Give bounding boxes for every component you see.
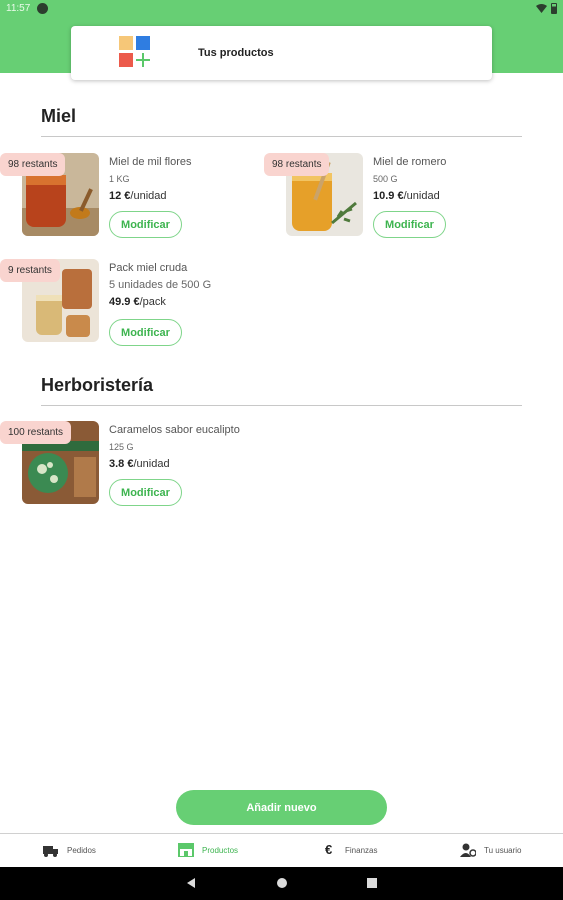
product-size: 500 G bbox=[373, 174, 398, 184]
modify-button[interactable]: Modificar bbox=[109, 211, 182, 238]
page-title: Tus productos bbox=[198, 47, 274, 59]
modify-button[interactable]: Modificar bbox=[109, 319, 182, 346]
stock-badge: 98 restants bbox=[264, 153, 330, 176]
product-name: Miel de mil flores bbox=[109, 156, 192, 168]
price-unit: /unidad bbox=[403, 190, 440, 202]
nav-label: Pedidos bbox=[67, 845, 96, 855]
price-unit: /pack bbox=[139, 296, 166, 308]
status-bar: 11:57 bbox=[0, 0, 563, 18]
section-title-herboristeria: Herboristería bbox=[41, 375, 154, 395]
price-unit: /unidad bbox=[130, 190, 167, 202]
product-size: 1 KG bbox=[109, 174, 130, 184]
product-size: 125 G bbox=[109, 442, 134, 452]
product-card: 100 restants Caramelos sabor eucalipto 1… bbox=[0, 421, 240, 511]
recents-icon[interactable] bbox=[366, 877, 378, 889]
status-icons bbox=[536, 3, 557, 14]
grid-plus-logo-icon bbox=[119, 36, 152, 69]
nav-item-productos[interactable]: Productos bbox=[178, 843, 238, 857]
product-price: 10.9 € bbox=[373, 190, 404, 202]
modify-button[interactable]: Modificar bbox=[373, 211, 446, 238]
stock-badge: 98 restants bbox=[0, 153, 66, 176]
product-price-line: 12 €/unidad bbox=[109, 190, 167, 202]
app-notification-icon bbox=[37, 3, 48, 14]
status-time: 11:57 bbox=[6, 3, 31, 14]
bottom-navigation: Pedidos Productos € Finanzas Tu usuario bbox=[0, 833, 563, 867]
delivery-icon bbox=[43, 846, 58, 857]
nav-item-finanzas[interactable]: € Finanzas bbox=[325, 843, 377, 857]
product-card: 98 restants Miel de mil flores 1 KG 12 €… bbox=[0, 153, 230, 243]
product-price-line: 3.8 €/unidad bbox=[109, 458, 170, 470]
back-icon[interactable] bbox=[185, 877, 197, 889]
nav-item-pedidos[interactable]: Pedidos bbox=[43, 843, 96, 857]
product-price-line: 10.9 €/unidad bbox=[373, 190, 440, 202]
product-card: 9 restants Pack miel cruda 5 unidades de… bbox=[0, 259, 230, 349]
home-icon[interactable] bbox=[276, 877, 288, 889]
stock-badge: 9 restants bbox=[0, 259, 60, 282]
nav-item-tu-usuario[interactable]: Tu usuario bbox=[460, 843, 522, 857]
page-header-card: Tus productos bbox=[71, 26, 492, 80]
euro-icon: € bbox=[325, 842, 333, 857]
section-divider bbox=[41, 405, 522, 406]
section-title-miel: Miel bbox=[41, 106, 77, 126]
store-icon bbox=[178, 843, 194, 857]
stock-badge: 100 restants bbox=[0, 421, 72, 444]
price-unit: /unidad bbox=[133, 458, 170, 470]
user-settings-icon bbox=[460, 843, 476, 857]
nav-label: Tu usuario bbox=[484, 845, 522, 855]
nav-label: Productos bbox=[202, 845, 239, 855]
product-name: Pack miel cruda bbox=[109, 262, 188, 274]
product-size: 5 unidades de 500 G bbox=[109, 279, 212, 291]
system-navigation-bar bbox=[0, 867, 563, 900]
wifi-icon bbox=[536, 4, 547, 13]
modify-button[interactable]: Modificar bbox=[109, 479, 182, 506]
product-price-line: 49.9 €/pack bbox=[109, 296, 166, 308]
nav-label: Finanzas bbox=[345, 845, 378, 855]
product-card: 98 restants Miel de romero 500 G 10.9 €/… bbox=[264, 153, 494, 243]
product-price: 3.8 € bbox=[109, 458, 134, 470]
product-name: Caramelos sabor eucalipto bbox=[109, 424, 240, 436]
add-new-button[interactable]: Añadir nuevo bbox=[176, 790, 387, 825]
section-divider bbox=[41, 136, 522, 137]
product-name: Miel de romero bbox=[373, 156, 447, 168]
product-price: 12 € bbox=[109, 190, 131, 202]
product-price: 49.9 € bbox=[109, 296, 140, 308]
battery-icon bbox=[551, 3, 557, 14]
